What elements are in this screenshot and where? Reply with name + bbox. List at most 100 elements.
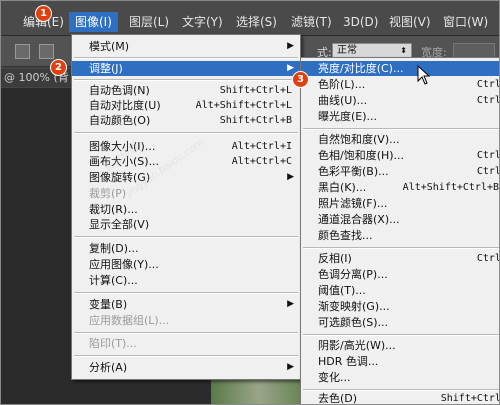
menu-item-variations[interactable]: 变化... (301, 370, 499, 385)
menu-item-desaturate[interactable]: 去色(D) Shift+Ctrl+U (301, 391, 499, 405)
menu-item-label: 自动色调(N) (89, 84, 150, 97)
menu-item-shortcut: Ctrl+M (476, 95, 499, 106)
menu-item-reveal-all[interactable]: 显示全部(V) (72, 217, 300, 232)
menu-item-label: 曲线(U)... (318, 94, 368, 107)
menu-item-shortcut: Ctrl+B (476, 166, 499, 177)
step-badge-1: 1 (35, 5, 52, 22)
add-selection-icon[interactable] (39, 44, 54, 59)
menu-item-auto-tone[interactable]: 自动色调(N) Shift+Ctrl+L (72, 83, 300, 98)
menu-item-posterize[interactable]: 色调分离(P)... (301, 267, 499, 282)
menu-item-label: 通道混合器(X)... (318, 213, 400, 226)
menu-item-label: 曝光度(E)... (318, 110, 378, 123)
menu-item-label: 变化... (318, 371, 351, 384)
menu-separator (74, 355, 298, 357)
menu-item-channel-mixer[interactable]: 通道混合器(X)... (301, 212, 499, 227)
menu-item-label: 陷印(T)... (89, 337, 137, 350)
menu-item-vibrance[interactable]: 自然饱和度(V)... (301, 132, 499, 147)
menu-item-black-white[interactable]: 黑白(K)... Alt+Shift+Ctrl+B (301, 180, 499, 195)
menu-item-variables[interactable]: 变量(B) ▶ (72, 297, 300, 312)
menu-item-trim[interactable]: 裁切(R)... (72, 202, 300, 217)
menu-separator (303, 247, 499, 249)
menu-separator (74, 132, 298, 134)
menu-item-label: 色相/饱和度(H)... (318, 149, 405, 162)
new-selection-icon[interactable] (15, 44, 30, 59)
menu-item-shortcut: Ctrl+U (476, 150, 499, 161)
menu-item-label: 分析(A) (89, 361, 128, 374)
menu-separator (74, 236, 298, 238)
menu-image[interactable]: 图像(I) (69, 12, 118, 32)
menu-item-shortcut: Ctrl+I (476, 253, 499, 264)
menu-item-label: 显示全部(V) (89, 218, 150, 231)
menu-item-invert[interactable]: 反相(I) Ctrl+I (301, 251, 499, 266)
menu-item-auto-color[interactable]: 自动颜色(O) Shift+Ctrl+B (72, 113, 300, 128)
menu-item-photo-filter[interactable]: 照片滤镜(F)... (301, 196, 499, 211)
step-badge-2: 2 (50, 59, 67, 76)
menu-item-label: 照片滤镜(F)... (318, 197, 388, 210)
submenu-arrow-icon: ▶ (287, 299, 294, 309)
menu-filter[interactable]: 滤镜(T) (285, 12, 338, 32)
menu-item-apply-data-set: 应用数据组(L)... (72, 313, 300, 328)
mouse-cursor-icon (417, 65, 431, 85)
menu-separator (74, 57, 298, 59)
menu-item-shortcut: Alt+Shift+Ctrl+B (402, 182, 499, 193)
menu-item-image-rotation[interactable]: 图像旋转(G) ▶ (72, 170, 300, 185)
menu-item-color-lookup[interactable]: 颜色查找... (301, 228, 499, 243)
chevron-updown-icon: ⬍ (400, 46, 407, 55)
menu-item-label: 去色(D) (318, 392, 358, 405)
menu-item-label: 裁切(R)... (89, 203, 138, 216)
mode-value: 正常 (337, 45, 357, 56)
menu-item-threshold[interactable]: 阈值(T)... (301, 283, 499, 298)
menu-item-hue-saturation[interactable]: 色相/饱和度(H)... Ctrl+U (301, 148, 499, 163)
menu-item-label: 模式(M) (89, 40, 130, 53)
menu-separator (303, 334, 499, 336)
menu-separator (74, 292, 298, 294)
photoshop-window: 编辑(E) 图像(I) 图层(L) 文字(Y) 选择(S) 滤镜(T) 3D(D… (0, 0, 500, 405)
menu-item-brightness-contrast[interactable]: 亮度/对比度(C)... (301, 61, 499, 76)
menu-select[interactable]: 选择(S) (230, 12, 283, 32)
menu-item-exposure[interactable]: 曝光度(E)... (301, 109, 499, 124)
adjustments-submenu: 亮度/对比度(C)... 色阶(L)... Ctrl+L 曲线(U)... Ctrl… (300, 57, 499, 405)
menu-item-label: 应用图像(Y)... (89, 258, 159, 271)
menu-window[interactable]: 窗口(W) (437, 12, 494, 32)
menu-item-label: 阴影/高光(W)... (318, 339, 396, 352)
menu-item-label: 亮度/对比度(C)... (318, 62, 404, 75)
menu-item-apply-image[interactable]: 应用图像(Y)... (72, 257, 300, 272)
menu-item-gradient-map[interactable]: 渐变映射(G)... (301, 299, 499, 314)
submenu-arrow-icon: ▶ (287, 362, 294, 372)
menu-item-levels[interactable]: 色阶(L)... Ctrl+L (301, 77, 499, 92)
menu-separator (74, 79, 298, 81)
menu-item-label: 黑白(K)... (318, 181, 367, 194)
menu-item-label: 应用数据组(L)... (89, 314, 170, 327)
menu-item-label: 调整(J) (89, 62, 123, 75)
menu-item-analysis[interactable]: 分析(A) ▶ (72, 360, 300, 375)
menu-item-label: 复制(D)... (89, 242, 139, 255)
menu-item-calculations[interactable]: 计算(C)... (72, 273, 300, 288)
menu-item-hdr-toning[interactable]: HDR 色调... (301, 354, 499, 369)
menu-item-crop: 裁剪(P) (72, 186, 300, 201)
menu-item-shortcut: Shift+Ctrl+B (219, 115, 292, 126)
menu-item-shortcut: Shift+Ctrl+L (219, 85, 292, 96)
step-badge-3: 3 (292, 71, 309, 88)
menu-item-shadows-highlights[interactable]: 阴影/高光(W)... (301, 338, 499, 353)
menu-bar: 编辑(E) 图像(I) 图层(L) 文字(Y) 选择(S) 滤镜(T) 3D(D… (1, 1, 499, 36)
menu-item-label: 计算(C)... (89, 274, 138, 287)
menu-item-curves[interactable]: 曲线(U)... Ctrl+M (301, 93, 499, 108)
menu-item-label: 色彩平衡(B)... (318, 165, 389, 178)
menu-item-label: 渐变映射(G)... (318, 300, 390, 313)
image-menu: 模式(M) ▶ 调整(J) ▶ 自动色调(N) Shift+Ctrl+L 自动对比度(… (71, 34, 301, 380)
menu-item-duplicate[interactable]: 复制(D)... (72, 241, 300, 256)
menu-item-label: 反相(I) (318, 252, 352, 265)
menu-item-mode[interactable]: 模式(M) ▶ (72, 39, 300, 54)
menu-item-auto-contrast[interactable]: 自动对比度(U) Alt+Shift+Ctrl+L (72, 98, 300, 113)
menu-view[interactable]: 视图(V) (383, 12, 437, 32)
menu-type[interactable]: 文字(Y) (176, 12, 229, 32)
menu-3d[interactable]: 3D(D) (337, 12, 384, 32)
menu-item-color-balance[interactable]: 色彩平衡(B)... Ctrl+B (301, 164, 499, 179)
menu-item-label: HDR 色调... (318, 355, 379, 368)
menu-item-trap: 陷印(T)... (72, 336, 300, 351)
menu-separator (303, 128, 499, 130)
menu-layer[interactable]: 图层(L) (123, 12, 175, 32)
menu-item-adjustments[interactable]: 调整(J) ▶ (72, 61, 300, 76)
menu-item-label: 变量(B) (89, 298, 128, 311)
menu-item-selective-color[interactable]: 可选颜色(S)... (301, 315, 499, 330)
